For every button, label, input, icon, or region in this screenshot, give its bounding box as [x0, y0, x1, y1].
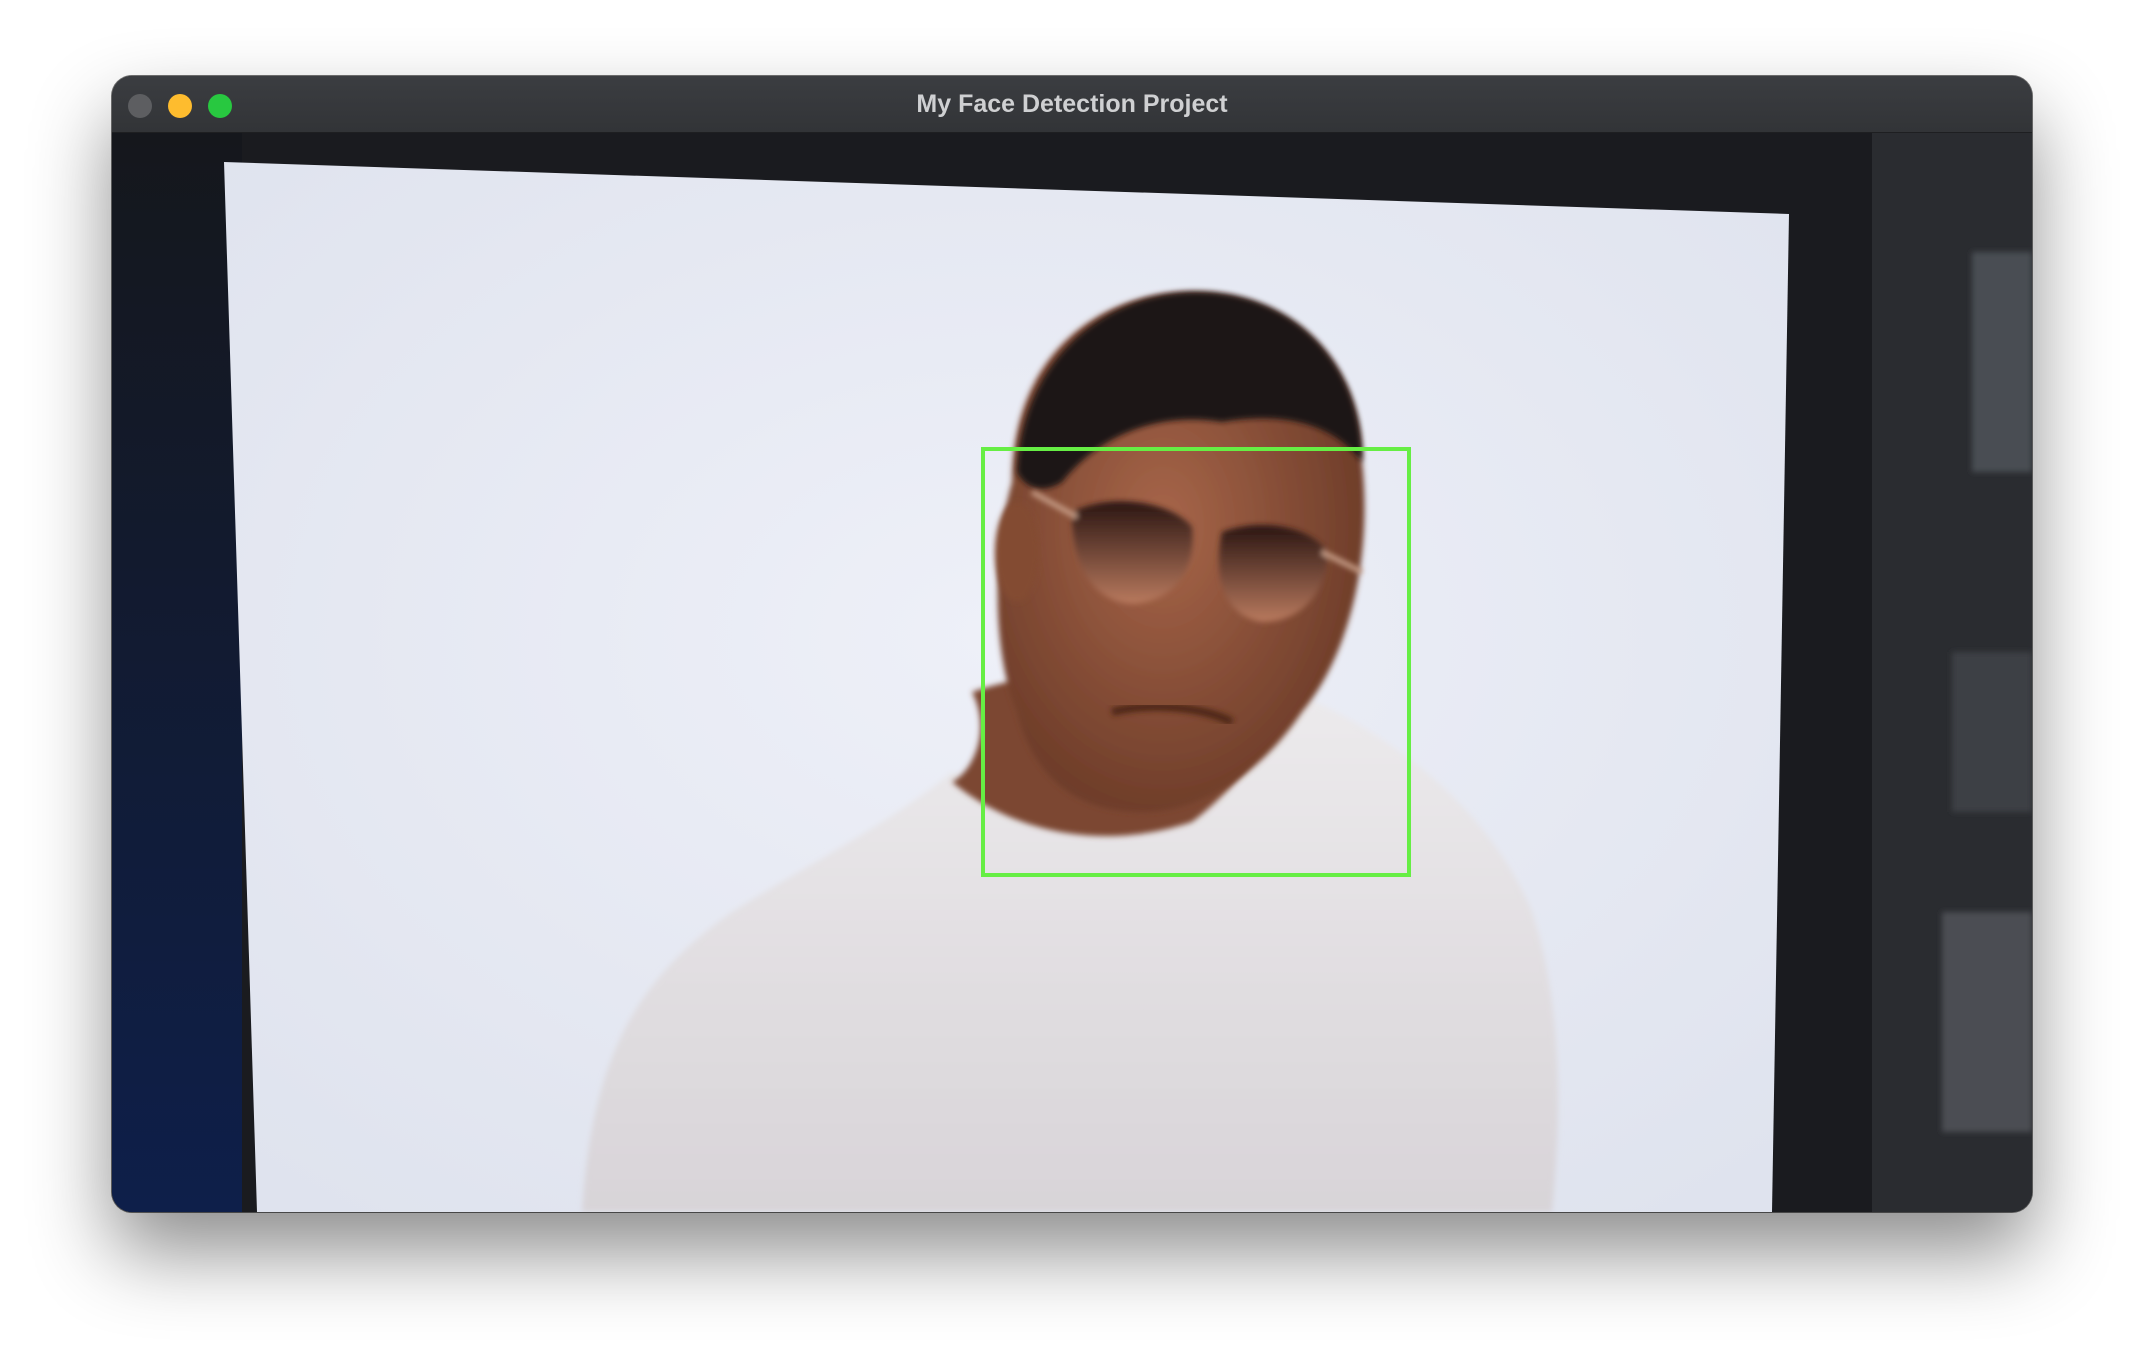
right-shelf-panel-3	[1942, 912, 2032, 1132]
app-window: My Face Detection Project	[112, 76, 2032, 1212]
right-shelf-panel-2	[1952, 652, 2032, 812]
person-ear	[995, 502, 1039, 602]
window-title: My Face Detection Project	[916, 90, 1228, 118]
left-bezel	[112, 132, 242, 1212]
title-bar[interactable]: My Face Detection Project	[112, 76, 2032, 133]
camera-feed	[112, 132, 2032, 1212]
camera-frame	[112, 132, 2032, 1212]
right-shelf-panel	[1972, 252, 2032, 472]
